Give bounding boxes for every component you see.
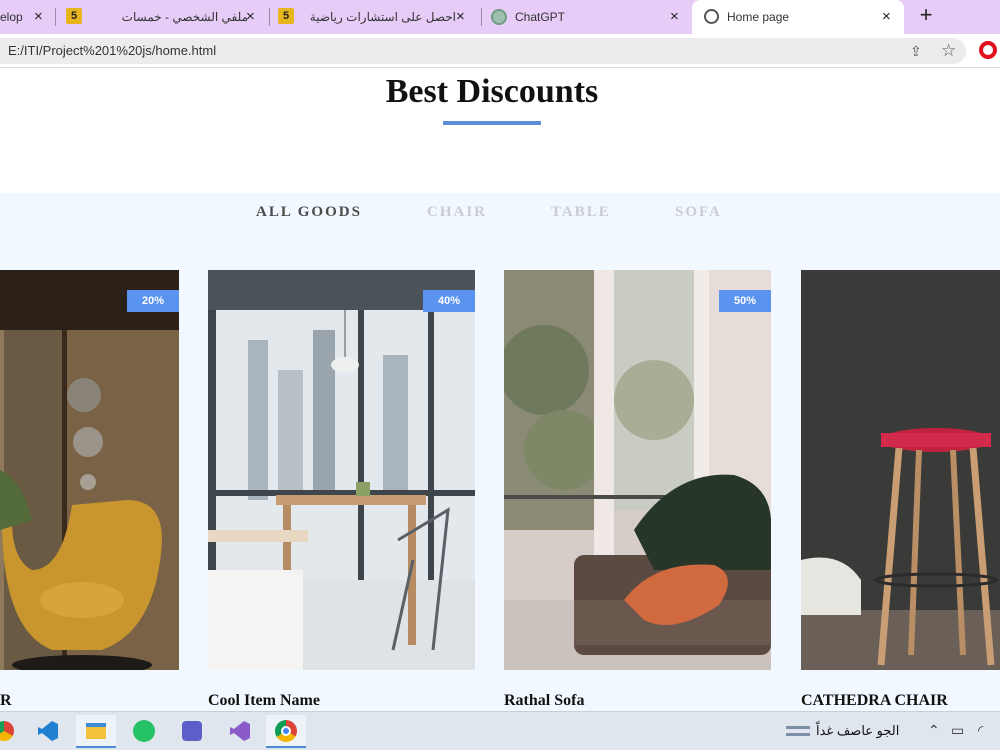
teams-taskbar-icon[interactable] [172, 715, 212, 748]
product-name[interactable]: CATHEDRA CHAIR [801, 692, 948, 710]
tab-sports-consult[interactable]: 5 احصل على استشارات رياضية × [270, 0, 478, 34]
product-name[interactable]: R [0, 692, 12, 710]
product-name[interactable]: Cool Item Name [208, 692, 320, 710]
product-name[interactable]: Rathal Sofa [504, 692, 584, 710]
product-image[interactable] [801, 270, 1000, 670]
tab-close-icon[interactable]: × [34, 9, 43, 25]
chrome-taskbar-icon-active[interactable] [266, 715, 306, 748]
tab-khamsat-profile[interactable]: 5 ملفي الشخصي - خمسات × [56, 0, 266, 34]
tab-close-icon[interactable]: × [456, 9, 465, 25]
bookmark-star-icon[interactable]: ☆ [941, 41, 956, 61]
share-icon[interactable]: ⇪ [910, 43, 922, 60]
windows-taskbar: الجو عاصف غداً ⌃ ▭ ◜ [0, 711, 1000, 750]
filter-sofa[interactable]: SOFA [675, 204, 722, 221]
discount-badge: 40% [423, 290, 475, 312]
filter-all-goods[interactable]: ALL GOODS [256, 204, 362, 221]
tab-title: ملفي الشخصي - خمسات [121, 10, 248, 24]
stool-photo [801, 270, 1000, 670]
heading-underline [443, 121, 541, 125]
section-heading: Best Discounts [385, 73, 599, 110]
wifi-icon[interactable]: ◜ [978, 722, 983, 739]
egg-chair-photo [0, 270, 179, 670]
whatsapp-taskbar-icon[interactable] [124, 715, 164, 748]
discount-badge: 20% [127, 290, 179, 312]
product-image[interactable] [504, 270, 771, 670]
tab-developer[interactable]: elop × [0, 0, 52, 34]
tab-title: احصل على استشارات رياضية [309, 10, 456, 24]
browser-tab-strip: elop × 5 ملفي الشخصي - خمسات × 5 احصل عل… [0, 0, 1000, 34]
tab-title: elop [0, 10, 23, 24]
weather-text[interactable]: الجو عاصف غداً [816, 723, 899, 739]
tab-home-page[interactable]: Home page × [692, 0, 904, 34]
battery-icon[interactable]: ▭ [951, 722, 964, 739]
url-text[interactable]: E:/ITI/Project%201%20js/home.html [8, 43, 216, 58]
opera-extension-icon[interactable] [979, 41, 997, 59]
chatgpt-icon [491, 9, 507, 25]
wind-weather-icon[interactable] [786, 726, 810, 736]
tab-close-icon[interactable]: × [670, 9, 679, 25]
discount-badge: 50% [719, 290, 771, 312]
vscode-taskbar-icon[interactable] [28, 715, 68, 748]
filter-table[interactable]: TABLE [551, 204, 611, 221]
chrome-taskbar-icon[interactable] [0, 715, 28, 748]
tab-chatgpt[interactable]: ChatGPT × [482, 0, 690, 34]
tab-title: Home page [727, 10, 790, 24]
khamsat-favicon-icon: 5 [66, 8, 82, 24]
product-image[interactable] [208, 270, 475, 670]
tab-close-icon[interactable]: × [246, 9, 255, 25]
khamsat-favicon-icon: 5 [278, 8, 294, 24]
visual-studio-taskbar-icon[interactable] [220, 715, 260, 748]
filter-chair[interactable]: CHAIR [427, 204, 487, 221]
globe-icon [704, 9, 719, 24]
tab-title: ChatGPT [515, 10, 566, 24]
file-explorer-taskbar-icon[interactable] [76, 715, 116, 748]
dining-room-photo [208, 270, 475, 670]
sofa-photo [504, 270, 771, 670]
chevron-up-icon[interactable]: ⌃ [928, 722, 940, 739]
web-page: Best Discounts ALL GOODS CHAIR TABLE SOF… [0, 69, 1000, 711]
new-tab-button[interactable]: + [914, 4, 938, 28]
browser-toolbar: E:/ITI/Project%201%20js/home.html ⇪ ☆ [0, 34, 1000, 68]
address-bar[interactable]: E:/ITI/Project%201%20js/home.html ⇪ ☆ [0, 38, 966, 64]
tab-close-icon[interactable]: × [882, 9, 891, 25]
product-image[interactable] [0, 270, 179, 670]
